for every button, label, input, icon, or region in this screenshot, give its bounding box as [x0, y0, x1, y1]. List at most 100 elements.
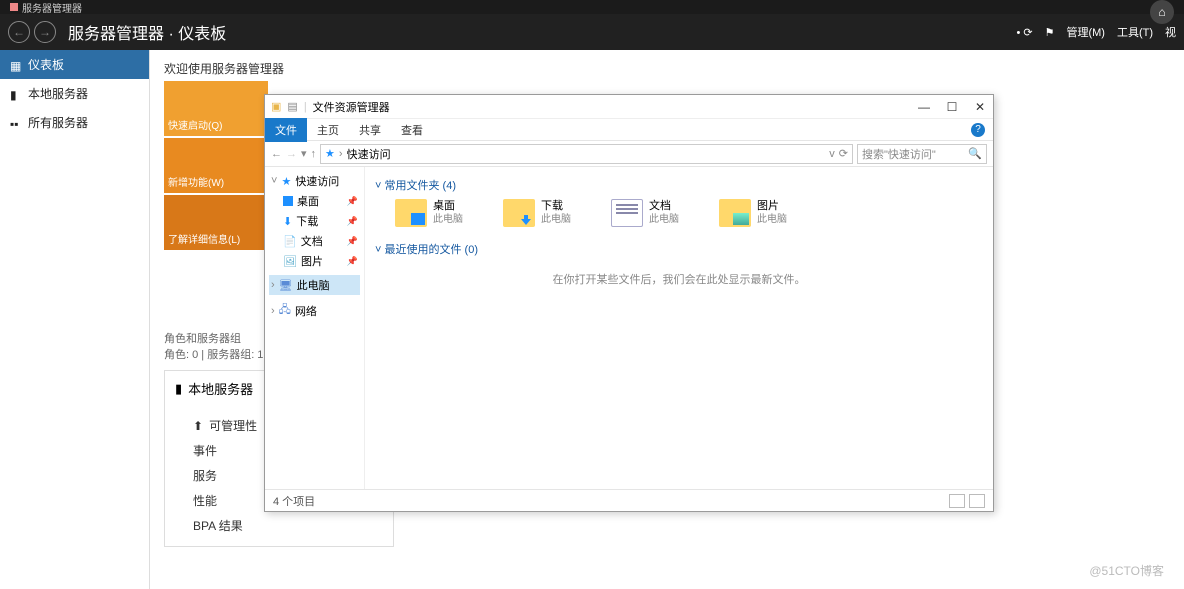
nav-fwd-button[interactable]: →	[34, 21, 56, 43]
explorer-ribbon: 文件 主页 共享 查看 ?	[265, 119, 993, 141]
os-titlebar: 服务器管理器	[0, 0, 1184, 14]
home-icon[interactable]: ⌂	[1150, 0, 1174, 24]
up-arrow-icon: ⬆	[193, 419, 203, 433]
recent-empty-text: 在你打开某些文件后，我们会在此处显示最新文件。	[375, 271, 983, 287]
pc-icon: 🖥	[279, 279, 293, 292]
folder-icon	[719, 199, 751, 227]
folder-name: 文档	[649, 200, 679, 213]
folder-sub: 此电脑	[541, 213, 571, 226]
maximize-button[interactable]: ☐	[945, 100, 959, 114]
qat-icon[interactable]: ▤	[287, 100, 297, 113]
picture-icon: 🖼	[283, 255, 297, 268]
desktop-icon	[283, 196, 293, 206]
explorer-addressbar-row: ← → ▾ ↑ ★ › 快速访问 v ⟳ 搜索"快速访问" 🔍	[265, 141, 993, 167]
ribbon-view[interactable]: 查看	[391, 118, 433, 142]
close-button[interactable]: ✕	[973, 100, 987, 114]
folder-pictures[interactable]: 图片此电脑	[719, 199, 787, 227]
tile-whatsnew[interactable]: 新增功能(W)	[164, 138, 268, 193]
chevron-down-icon[interactable]: ˅	[271, 175, 277, 187]
status-item-count: 4 个项目	[273, 493, 315, 509]
ribbon-file[interactable]: 文件	[265, 118, 307, 142]
local-server-icon: ▮	[10, 88, 22, 100]
address-bar[interactable]: ★ › 快速访问 v ⟳	[320, 144, 853, 164]
explorer-titlebar[interactable]: ▣ ▤ | 文件资源管理器 — ☐ ✕	[265, 95, 993, 119]
tile-learnmore[interactable]: 了解详细信息(L)	[164, 195, 268, 250]
left-nav: ▦ 仪表板 ▮ 本地服务器 ▪▪ 所有服务器	[0, 50, 150, 589]
ribbon-home[interactable]: 主页	[307, 118, 349, 142]
watermark: @51CTO博客	[1089, 562, 1164, 579]
tree-label: 下载	[296, 213, 318, 229]
search-box[interactable]: 搜索"快速访问" 🔍	[857, 144, 987, 164]
all-servers-icon: ▪▪	[10, 117, 22, 129]
view-details-button[interactable]	[949, 494, 965, 508]
chevron-right-icon[interactable]: ›	[271, 305, 275, 317]
pin-icon: 📌	[347, 256, 358, 267]
addr-back-button[interactable]: ←	[271, 148, 282, 160]
group-recent-label: 最近使用的文件 (0)	[384, 244, 478, 256]
folder-icon: ▣	[271, 100, 281, 113]
folder-sub: 此电脑	[649, 213, 679, 226]
group-frequent[interactable]: ˅ 常用文件夹 (4)	[375, 177, 983, 193]
nav-back-button[interactable]: ←	[8, 21, 30, 43]
welcome-text: 欢迎使用服务器管理器	[164, 60, 1170, 77]
tree-label: 图片	[301, 253, 323, 269]
tree-desktop[interactable]: 桌面 📌	[269, 191, 360, 211]
folder-sub: 此电脑	[757, 213, 787, 226]
search-icon[interactable]: 🔍	[968, 147, 982, 160]
dashboard-icon: ▦	[10, 59, 22, 71]
tree-documents[interactable]: 📄 文档 📌	[269, 231, 360, 251]
chevron-right-icon[interactable]: ›	[271, 279, 275, 291]
folder-downloads[interactable]: 下载此电脑	[503, 199, 571, 227]
tree-downloads[interactable]: ⬇ 下载 📌	[269, 211, 360, 231]
menu-view[interactable]: 视	[1165, 24, 1176, 40]
folder-name: 图片	[757, 200, 787, 213]
refresh-icon[interactable]: • ⟳	[1016, 26, 1032, 39]
folder-sub: 此电脑	[433, 213, 463, 226]
group-frequent-label: 常用文件夹 (4)	[384, 180, 456, 192]
tree-network[interactable]: › 🖧 网络	[269, 299, 360, 322]
menu-tools[interactable]: 工具(T)	[1117, 24, 1153, 40]
addr-up-button[interactable]: ↑	[311, 148, 317, 160]
pin-icon: 📌	[347, 236, 358, 247]
tree-this-pc[interactable]: › 🖥 此电脑	[269, 275, 360, 295]
tree-label: 桌面	[297, 193, 319, 209]
pin-icon: 📌	[347, 196, 358, 207]
star-icon: ★	[325, 147, 335, 160]
network-icon: 🖧	[279, 301, 291, 320]
tile-label: 新增功能(W)	[168, 174, 224, 189]
ribbon-share[interactable]: 共享	[349, 118, 391, 142]
tree-thispc-label: 此电脑	[297, 277, 330, 293]
addr-recent-button[interactable]: ▾	[301, 147, 307, 160]
refresh-addr-icon[interactable]: ⟳	[839, 147, 848, 160]
frequent-folders: 桌面此电脑 下载此电脑 文档此电脑 图片此电脑	[375, 199, 983, 227]
view-large-button[interactable]	[969, 494, 985, 508]
nav-label: 本地服务器	[28, 85, 88, 102]
breadcrumb-text[interactable]: 快速访问	[347, 146, 391, 162]
explorer-title-text: 文件资源管理器	[313, 99, 390, 115]
nav-dashboard[interactable]: ▦ 仪表板	[0, 50, 149, 79]
manageability-label: 可管理性	[209, 417, 257, 434]
tile-quickstart[interactable]: 快速启动(Q)	[164, 81, 268, 136]
minimize-button[interactable]: —	[917, 100, 931, 114]
download-icon: ⬇	[283, 215, 292, 228]
folder-icon	[395, 199, 427, 227]
help-icon[interactable]: ?	[971, 123, 985, 137]
flag-icon[interactable]: ⚑	[1045, 26, 1055, 39]
folder-icon	[611, 199, 643, 227]
bpa-row[interactable]: BPA 结果	[175, 513, 383, 538]
tree-network-label: 网络	[295, 303, 317, 319]
chevron-down-icon[interactable]: v	[829, 148, 835, 160]
group-recent[interactable]: ˅ 最近使用的文件 (0)	[375, 241, 983, 257]
menu-manage[interactable]: 管理(M)	[1066, 24, 1105, 40]
tree-pictures[interactable]: 🖼 图片 📌	[269, 251, 360, 271]
tile-label: 快速启动(Q)	[168, 117, 222, 132]
nav-all-servers[interactable]: ▪▪ 所有服务器	[0, 108, 149, 137]
folder-documents[interactable]: 文档此电脑	[611, 199, 679, 227]
tree-label: 文档	[301, 233, 323, 249]
addr-fwd-button[interactable]: →	[286, 148, 297, 160]
star-icon: ★	[281, 175, 291, 188]
server-icon: ▮	[175, 381, 182, 397]
tree-quick-access[interactable]: ˅ ★ 快速访问	[269, 171, 360, 191]
folder-desktop[interactable]: 桌面此电脑	[395, 199, 463, 227]
nav-local-server[interactable]: ▮ 本地服务器	[0, 79, 149, 108]
